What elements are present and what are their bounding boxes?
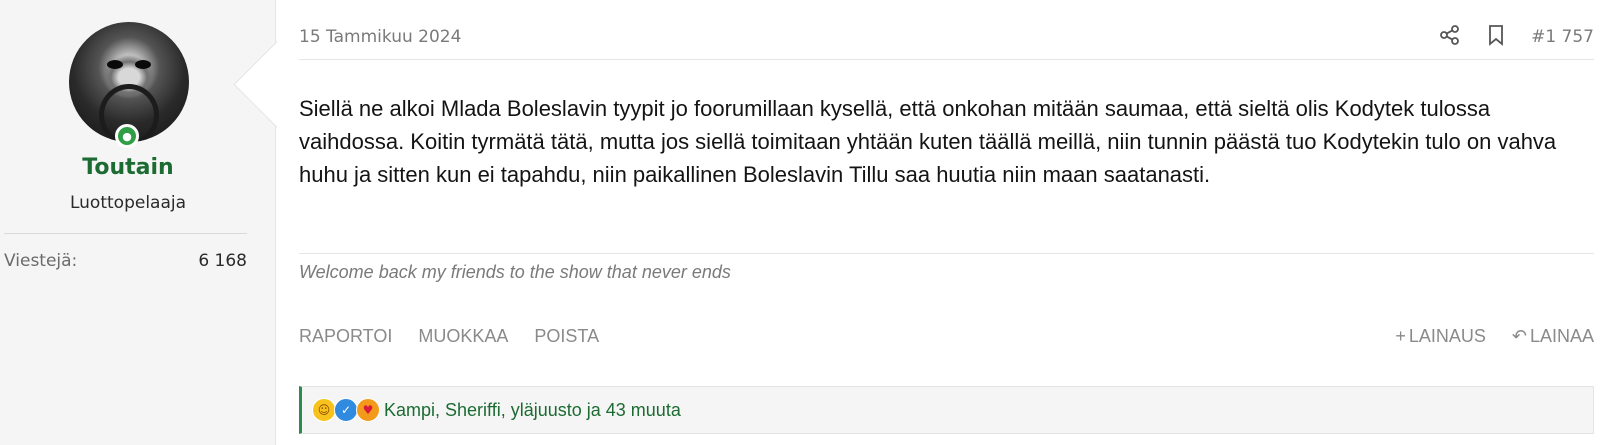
love-reaction-icon: ♥ bbox=[356, 398, 380, 422]
stat-value-posts: 6 168 bbox=[198, 251, 247, 271]
quote-label: LAINAA bbox=[1529, 326, 1594, 346]
post-number[interactable]: #1 757 bbox=[1531, 27, 1594, 47]
delete-button[interactable]: POISTA bbox=[534, 326, 599, 347]
plus-icon: + bbox=[1395, 326, 1406, 346]
reactions-bar[interactable]: ☺ ✓ ♥ Kampi, Sheriffi, yläjuusto ja 43 m… bbox=[299, 386, 1594, 434]
post-date[interactable]: 15 Tammikuu 2024 bbox=[299, 27, 461, 47]
edit-button[interactable]: MUOKKAA bbox=[418, 326, 508, 347]
quote-button[interactable]: ↶ LAINAA bbox=[1512, 326, 1594, 347]
post-header-actions: #1 757 bbox=[1439, 24, 1594, 50]
reactions-text[interactable]: Kampi, Sheriffi, yläjuusto ja 43 muuta bbox=[384, 400, 681, 421]
signature-divider bbox=[299, 253, 1594, 254]
reaction-icons: ☺ ✓ ♥ bbox=[312, 398, 380, 422]
post-actions-left: RAPORTOI MUOKKAA POISTA bbox=[299, 326, 599, 347]
reply-icon: ↶ bbox=[1511, 326, 1527, 346]
multiquote-button[interactable]: + LAINAUS bbox=[1395, 326, 1486, 347]
multiquote-label: LAINAUS bbox=[1408, 326, 1486, 346]
online-status-icon: ● bbox=[115, 124, 139, 148]
user-title: Luottopelaaja bbox=[69, 193, 187, 213]
sidebar-divider bbox=[4, 233, 247, 234]
stat-label-posts: Viestejä: bbox=[4, 251, 78, 271]
header-divider bbox=[299, 59, 1594, 60]
post-actions-right: + LAINAUS ↶ LAINAA bbox=[1395, 326, 1594, 347]
signature: Welcome back my friends to the show that… bbox=[299, 262, 731, 282]
bookmark-icon[interactable] bbox=[1487, 24, 1505, 50]
like-reaction-icon: ✓ bbox=[334, 398, 358, 422]
report-button[interactable]: RAPORTOI bbox=[299, 326, 392, 347]
laugh-reaction-icon: ☺ bbox=[312, 398, 336, 422]
post-body: Siellä ne alkoi Mlada Boleslavin tyypit … bbox=[299, 96, 1557, 187]
share-icon[interactable] bbox=[1439, 24, 1461, 50]
user-sidebar: ● Toutain Luottopelaaja Viestejä: 6 168 bbox=[0, 0, 276, 445]
username[interactable]: Toutain bbox=[0, 155, 256, 180]
